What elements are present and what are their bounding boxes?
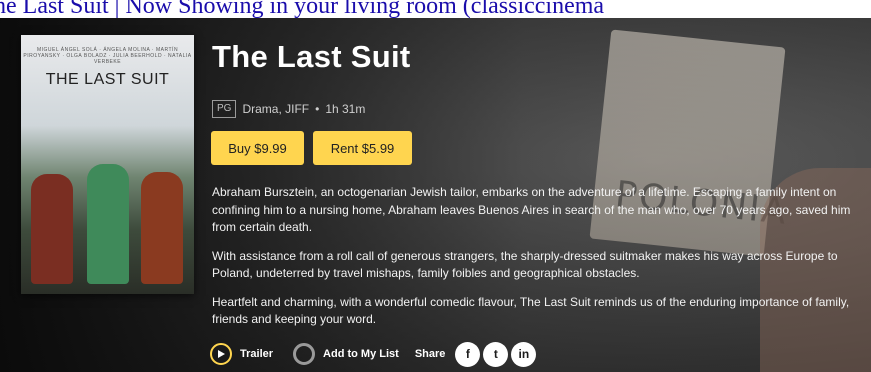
movie-hero: POLONIA MIGUEL ÁNGEL SOLÁ · ÁNGELA MOLIN…: [0, 18, 871, 372]
poster-figure-right: [141, 172, 183, 284]
play-icon: [218, 350, 225, 358]
rating-badge: PG: [212, 100, 237, 118]
rent-button[interactable]: Rent $5.99: [313, 131, 412, 165]
buy-button[interactable]: Buy $9.99: [211, 131, 304, 165]
action-bar: Trailer Add to My List Share f t in: [210, 341, 537, 367]
social-share-buttons: f t in: [455, 341, 537, 367]
poster-figure-middle: [87, 164, 129, 284]
description-paragraph: Heartfelt and charming, with a wonderful…: [212, 294, 850, 327]
meta-separator: •: [315, 102, 320, 116]
purchase-buttons: Buy $9.99 Rent $5.99: [211, 131, 412, 165]
description-paragraph: Abraham Bursztein, an octogenarian Jewis…: [212, 185, 851, 234]
poster-credits: MIGUEL ÁNGEL SOLÁ · ÁNGELA MOLINA · MART…: [23, 47, 192, 65]
twitter-icon[interactable]: t: [483, 341, 509, 367]
poster-title: THE LAST SUIT: [45, 71, 170, 88]
facebook-icon[interactable]: f: [455, 341, 481, 367]
poster-figure-left: [31, 174, 73, 284]
add-to-list-label[interactable]: Add to My List: [323, 348, 399, 360]
genres: Drama, JIFF: [242, 102, 310, 116]
add-to-list-button[interactable]: [293, 343, 316, 365]
trailer-play-button[interactable]: [210, 343, 232, 365]
movie-poster: MIGUEL ÁNGEL SOLÁ · ÁNGELA MOLINA · MART…: [21, 35, 194, 294]
movie-description: Abraham Bursztein, an octogenarian Jewis…: [212, 184, 867, 340]
linkedin-icon[interactable]: in: [511, 341, 537, 367]
movie-title: The Last Suit: [212, 39, 411, 74]
duration: 1h 31m: [325, 102, 366, 116]
trailer-label[interactable]: Trailer: [240, 348, 273, 360]
share-label: Share: [414, 348, 446, 360]
description-paragraph: With assistance from a roll call of gene…: [212, 248, 838, 281]
page-title-link-text[interactable]: he Last Suit | Now Showing in your livin…: [0, 0, 604, 19]
movie-meta: PG Drama, JIFF • 1h 31m: [212, 99, 365, 119]
